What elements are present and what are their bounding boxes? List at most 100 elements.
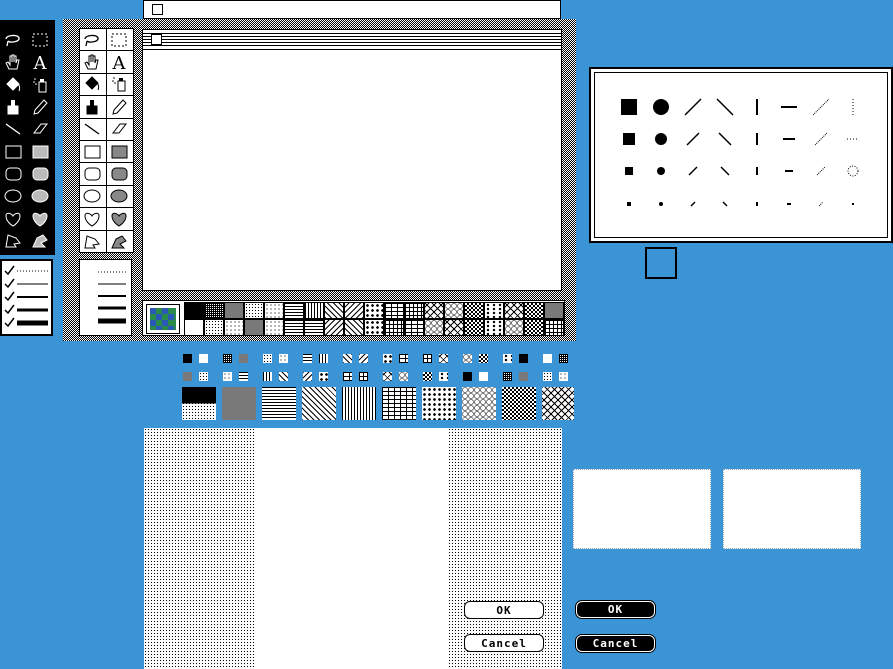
square-brush[interactable] <box>627 202 631 206</box>
dot-brush[interactable] <box>852 203 854 205</box>
dotted-slash-brush[interactable] <box>818 201 824 207</box>
oval-tool[interactable] <box>80 185 107 209</box>
hand-tool[interactable] <box>0 51 27 73</box>
pattern-swatch[interactable] <box>544 302 564 319</box>
brush-shape-grid[interactable] <box>591 69 891 241</box>
eraser-tool[interactable] <box>106 119 133 141</box>
sample-swatch-small[interactable] <box>383 354 392 363</box>
sample-swatch-large[interactable] <box>462 387 496 420</box>
pattern-sampler[interactable] <box>180 350 574 425</box>
sample-swatch-large[interactable] <box>302 387 336 420</box>
document-close-box[interactable] <box>151 34 162 45</box>
pattern-swatch[interactable] <box>464 319 484 336</box>
sample-swatch-small[interactable] <box>239 372 248 381</box>
sample-swatch-small[interactable] <box>439 372 448 381</box>
pattern-swatch[interactable] <box>444 302 464 319</box>
sample-swatch-small[interactable] <box>343 354 352 363</box>
pattern-swatch[interactable] <box>184 302 204 319</box>
filled-freeform-tool[interactable] <box>106 208 133 231</box>
pencil-tool[interactable] <box>106 96 133 119</box>
line-tool[interactable] <box>80 118 107 141</box>
filled-freeform-tool[interactable] <box>27 207 54 229</box>
rectangle-tool[interactable] <box>80 141 107 164</box>
brush-tool[interactable] <box>0 96 27 118</box>
text-tool[interactable]: A <box>27 51 54 73</box>
hand-tool[interactable] <box>80 51 107 74</box>
sample-swatch-large[interactable] <box>182 387 216 420</box>
sample-swatch-small[interactable] <box>463 354 472 363</box>
pattern-swatch[interactable] <box>244 302 264 319</box>
square-brush[interactable] <box>621 99 637 115</box>
current-pattern-swatch[interactable] <box>146 304 180 334</box>
sample-swatch-small[interactable] <box>399 354 408 363</box>
line-width-checks[interactable] <box>2 261 51 334</box>
pattern-swatch[interactable] <box>184 319 204 336</box>
filled-rectangle-tool[interactable] <box>106 141 133 164</box>
slash-brush[interactable] <box>688 166 698 176</box>
document-title-bar[interactable] <box>143 33 561 47</box>
sample-swatch-small[interactable] <box>303 354 312 363</box>
line-tool[interactable] <box>0 118 27 140</box>
brush-tool[interactable] <box>80 96 107 119</box>
round-brush[interactable] <box>659 202 663 206</box>
sample-swatch-large[interactable] <box>382 387 416 420</box>
pencil-tool[interactable] <box>27 96 54 118</box>
sample-swatch-small[interactable] <box>463 372 472 381</box>
sample-swatch-small[interactable] <box>199 354 208 363</box>
sample-swatch-small[interactable] <box>343 372 352 381</box>
rounded-rectangle-tool[interactable] <box>80 163 107 186</box>
sample-swatch-small[interactable] <box>279 354 288 363</box>
sample-swatch-small[interactable] <box>223 372 232 381</box>
sample-swatch-small[interactable] <box>423 372 432 381</box>
sample-swatch-small[interactable] <box>239 354 248 363</box>
sample-swatch-small[interactable] <box>359 354 368 363</box>
cancel-button-highlighted[interactable]: Cancel <box>576 635 655 652</box>
pattern-swatch[interactable] <box>304 302 324 319</box>
sample-swatch-small[interactable] <box>183 372 192 381</box>
round-brush[interactable] <box>657 167 665 175</box>
ok-button-highlighted[interactable]: OK <box>576 601 655 618</box>
pattern-swatch[interactable] <box>264 302 284 319</box>
paint-bucket-tool[interactable] <box>0 74 27 96</box>
sample-swatch-small[interactable] <box>199 372 208 381</box>
freeform-tool[interactable] <box>0 207 27 229</box>
slash-brush[interactable] <box>684 98 702 116</box>
slash-brush[interactable] <box>686 132 700 146</box>
slash-brush[interactable] <box>690 201 696 207</box>
backslash-brush[interactable] <box>722 201 728 207</box>
square-brush[interactable] <box>623 133 635 145</box>
sample-swatch-small[interactable] <box>399 372 408 381</box>
pattern-swatch[interactable] <box>404 302 424 319</box>
lasso-tool[interactable] <box>80 29 107 52</box>
pattern-swatch[interactable] <box>224 302 244 319</box>
pattern-swatch[interactable] <box>384 302 404 319</box>
sample-swatch-small[interactable] <box>263 372 272 381</box>
canvas-area[interactable] <box>143 49 561 289</box>
pattern-swatch[interactable] <box>264 319 284 336</box>
pattern-swatch[interactable] <box>484 319 504 336</box>
sample-swatch-small[interactable] <box>559 354 568 363</box>
pattern-swatch[interactable] <box>484 302 504 319</box>
pattern-swatch[interactable] <box>284 319 304 336</box>
sample-swatch-small[interactable] <box>559 372 568 381</box>
polygon-tool[interactable] <box>0 230 27 252</box>
paint-bucket-tool[interactable] <box>80 73 107 97</box>
pattern-swatch[interactable] <box>524 319 544 336</box>
sample-swatch-small[interactable] <box>543 372 552 381</box>
pattern-swatch[interactable] <box>324 319 344 336</box>
sample-swatch-large[interactable] <box>502 387 536 420</box>
backslash-brush[interactable] <box>718 132 732 146</box>
pattern-swatch[interactable] <box>544 319 564 336</box>
sample-swatch-small[interactable] <box>519 372 528 381</box>
pattern-swatch[interactable] <box>224 319 244 336</box>
dotted-round-brush[interactable] <box>847 165 859 177</box>
pattern-swatch[interactable] <box>304 319 324 336</box>
oval-tool[interactable] <box>0 185 27 207</box>
sample-swatch-small[interactable] <box>479 354 488 363</box>
pattern-swatch[interactable] <box>364 302 384 319</box>
pattern-swatch[interactable] <box>504 319 524 336</box>
sample-swatch-small[interactable] <box>223 354 232 363</box>
polygon-tool[interactable] <box>80 230 107 253</box>
pattern-grid[interactable] <box>184 302 564 336</box>
filled-polygon-tool[interactable] <box>27 230 54 252</box>
